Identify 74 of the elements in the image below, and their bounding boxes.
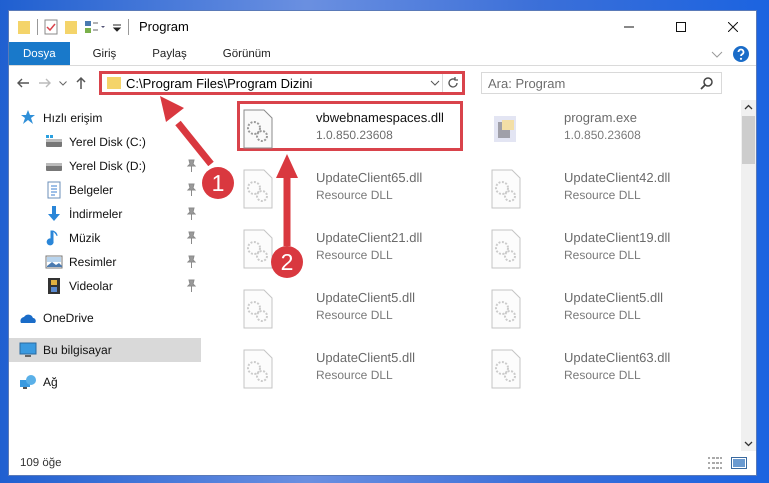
annotation-arrow [158,94,216,166]
recent-locations-button[interactable] [59,80,67,86]
sidebar-item[interactable]: Müzik [9,226,201,250]
file-detail: 1.0.850.23608 [564,128,641,142]
ribbon-tab[interactable]: Paylaş [139,42,200,65]
film-icon [45,277,63,295]
file-detail: Resource DLL [564,308,642,322]
file-name[interactable]: UpdateClient5.dll [316,290,416,305]
file-name[interactable]: program.exe [564,110,641,125]
file-name[interactable]: UpdateClient21.dll [316,230,422,245]
sidebar-item[interactable]: Yerel Disk (C:) [9,130,146,154]
download-arrow-icon [45,205,63,223]
file-detail: Resource DLL [316,308,394,322]
sidebar-item[interactable]: Ağ [9,370,58,394]
sidebar-label: Hızlı erişim [43,111,102,125]
ribbon-tab[interactable]: Görünüm [210,42,284,65]
refresh-icon [446,76,460,90]
file-name[interactable]: UpdateClient5.dll [316,350,416,365]
picture-icon [45,253,63,271]
sidebar-item[interactable]: İndirmeler [9,202,201,226]
address-path: C:\Program Files\Program Dizini [126,76,314,90]
sidebar-label: Videolar [69,279,114,293]
sidebar-label: Müzik [69,231,102,245]
file-detail: Resource DLL [564,368,642,382]
folder-icon [106,75,122,91]
sidebar-item[interactable]: Videolar [9,274,201,298]
help-icon[interactable] [732,44,750,62]
file-name[interactable]: vbwebnamespaces.dll [316,110,444,125]
close-icon [728,22,738,32]
star-icon [19,109,37,127]
sidebar-label: Yerel Disk (D:) [69,159,147,173]
scrollbar-thumb[interactable] [742,116,755,164]
document-icon [45,181,63,199]
monitor-icon [19,341,37,359]
address-field[interactable]: C:\Program Files\Program Dizini [99,71,465,95]
file-name[interactable]: UpdateClient63.dll [564,350,670,365]
sidebar-item[interactable]: Yerel Disk (D:) [9,154,201,178]
sidebar-label: Resimler [69,255,118,269]
item-count: 109 öğe [20,457,62,469]
sidebar-item[interactable]: Bu bilgisayar [9,338,201,362]
file-name[interactable]: UpdateClient5.dll [564,290,664,305]
ribbon-tab[interactable]: Giriş [80,42,130,65]
sidebar-item[interactable]: Hızlı erişim [9,106,102,130]
chevron-down-icon [59,80,67,86]
large-icons-view-icon[interactable] [730,455,748,471]
maximize-icon [676,22,686,32]
file-detail: Resource DLL [564,248,642,262]
search-icon [700,76,714,90]
ribbon-tab[interactable]: Dosya [9,42,70,65]
properties-icon[interactable] [44,18,58,34]
window-title: Program [139,19,189,34]
sidebar-label: İndirmeler [69,207,124,221]
sidebar-item[interactable]: Resimler [9,250,201,274]
sidebar-label: Bu bilgisayar [43,343,113,357]
file-detail: 1.0.850.23608 [316,128,394,142]
file-name[interactable]: UpdateClient42.dll [564,170,670,185]
network-icon [19,373,37,391]
sidebar-label: Ağ [43,375,58,389]
sidebar-item[interactable]: Belgeler [9,178,201,202]
sidebar-item[interactable]: OneDrive [9,306,94,330]
chevron-down-icon[interactable] [710,48,724,58]
file-detail: Resource DLL [564,188,642,202]
details-view-icon[interactable] [706,455,724,471]
file-detail: Resource DLL [316,248,394,262]
sidebar-label: Yerel Disk (C:) [69,135,146,149]
minimize-icon [624,26,634,28]
search-field[interactable]: Ara: Program [481,72,722,94]
file-detail: Resource DLL [316,188,394,202]
view-icon[interactable] [84,18,106,34]
file-name[interactable]: UpdateClient65.dll [316,170,422,185]
sidebar-label: OneDrive [43,311,94,325]
file-detail: Resource DLL [316,368,394,382]
file-name[interactable]: UpdateClient19.dll [564,230,670,245]
sidebar-label: Belgeler [69,183,114,197]
